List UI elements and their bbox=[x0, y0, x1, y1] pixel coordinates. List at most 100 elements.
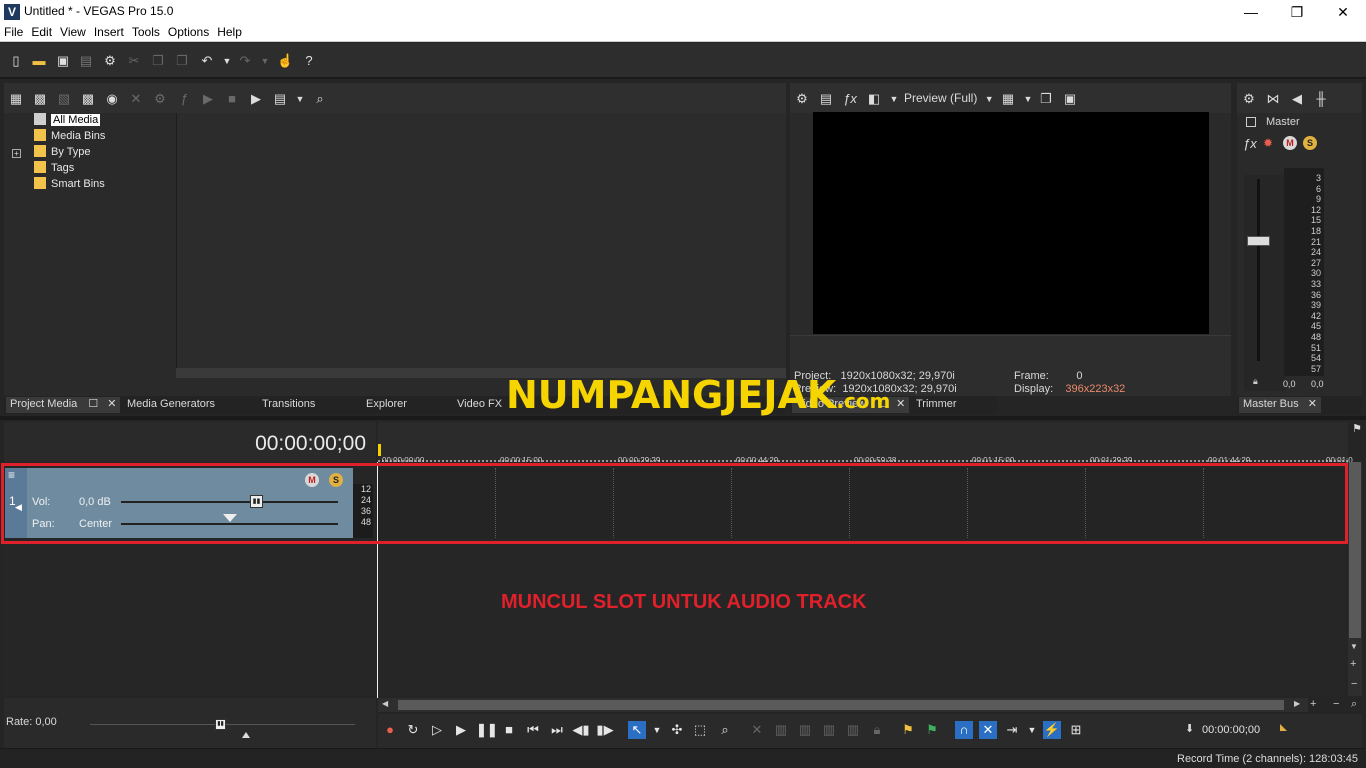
whats-this-icon[interactable]: ☝ bbox=[277, 53, 293, 69]
paste-icon[interactable]: ❐ bbox=[174, 53, 190, 69]
play-from-start-icon[interactable]: ▷ bbox=[428, 721, 446, 739]
lock-envelopes-icon[interactable]: ⚡ bbox=[1043, 721, 1061, 739]
redo-icon[interactable]: ↷ bbox=[237, 53, 253, 69]
tab-transitions[interactable]: Transitions bbox=[262, 398, 315, 410]
next-frame-icon[interactable]: ▮▶ bbox=[596, 721, 614, 739]
fx-icon[interactable]: ƒ bbox=[176, 91, 192, 107]
save-icon[interactable]: ▣ bbox=[55, 53, 71, 69]
views-icon[interactable]: ▤ bbox=[272, 91, 288, 107]
tab-project-media[interactable]: Project Media ☐ ✕ bbox=[6, 397, 121, 413]
save-snapshot-icon[interactable]: ▣ bbox=[1062, 91, 1078, 107]
tree-item-media-bins[interactable]: Media Bins bbox=[34, 129, 105, 145]
device-output-icon[interactable]: ▤ bbox=[818, 91, 834, 107]
h-zoom-in-icon[interactable]: + bbox=[1310, 698, 1316, 710]
playhead-marker[interactable] bbox=[378, 444, 381, 456]
properties-gear-icon[interactable]: ⚙ bbox=[102, 53, 118, 69]
split-icon[interactable]: ▥ bbox=[844, 721, 862, 739]
scroll-right-icon[interactable]: ▶ bbox=[1294, 699, 1300, 708]
go-to-end-icon[interactable]: ⏭ bbox=[548, 721, 566, 739]
ripple-dropdown-icon[interactable]: ▼ bbox=[1023, 721, 1041, 739]
overlays-grid-icon[interactable]: ▦ bbox=[1000, 91, 1016, 107]
hscroll-thumb[interactable] bbox=[398, 700, 1284, 710]
menu-edit[interactable]: Edit bbox=[27, 24, 56, 39]
redo-dropdown-icon[interactable]: ▼ bbox=[257, 53, 273, 69]
envelope-tool-icon[interactable]: ✣ bbox=[668, 721, 686, 739]
open-folder-icon[interactable]: ▬ bbox=[31, 53, 47, 69]
scroll-down-icon[interactable]: ▼ bbox=[1350, 642, 1358, 651]
menu-help[interactable]: Help bbox=[213, 24, 246, 39]
master-gear-icon[interactable]: ⚙ bbox=[1241, 91, 1257, 107]
properties-icon[interactable]: ⚙ bbox=[152, 91, 168, 107]
video-preview-screen[interactable] bbox=[813, 112, 1209, 334]
trim-icon[interactable]: ▥ bbox=[772, 721, 790, 739]
loop-playback-icon[interactable]: ↻ bbox=[404, 721, 422, 739]
media-list-area[interactable] bbox=[176, 113, 786, 368]
remove-media-icon[interactable]: ◉ bbox=[104, 91, 120, 107]
views-dropdown-icon[interactable]: ▼ bbox=[292, 91, 308, 107]
h-zoom-out-icon[interactable]: − bbox=[1333, 698, 1339, 710]
automation-icon[interactable]: ✹ bbox=[1263, 136, 1277, 150]
delete-icon[interactable]: ✕ bbox=[128, 91, 144, 107]
menu-view[interactable]: View bbox=[56, 24, 90, 39]
expand-icon[interactable]: + bbox=[12, 149, 21, 158]
cursor-position[interactable]: 00:00:00;00 bbox=[1202, 724, 1260, 736]
tree-item-smart-bins[interactable]: Smart Bins bbox=[34, 177, 105, 193]
menu-file[interactable]: File bbox=[0, 24, 27, 39]
timeline-vscrollbar[interactable]: ▼ + − bbox=[1348, 462, 1362, 696]
record-icon[interactable]: ● bbox=[381, 721, 399, 739]
import-media-icon[interactable]: ▦ bbox=[8, 91, 24, 107]
capture-icon[interactable]: ▩ bbox=[32, 91, 48, 107]
menu-options[interactable]: Options bbox=[164, 24, 213, 39]
timeline-timecode[interactable]: 00:00:00;00 bbox=[255, 432, 366, 456]
scroll-left-icon[interactable]: ◀ bbox=[382, 699, 388, 708]
media-fx-icon[interactable]: ▩ bbox=[80, 91, 96, 107]
master-fader-handle[interactable] bbox=[1247, 236, 1270, 246]
menu-tools[interactable]: Tools bbox=[128, 24, 164, 39]
dim-output-icon[interactable]: ◀ bbox=[1289, 91, 1305, 107]
preview-quality-dropdown[interactable]: Preview (Full) ▼ bbox=[904, 91, 994, 105]
trim-end-icon[interactable]: ▥ bbox=[820, 721, 838, 739]
insert-region-icon[interactable]: ⚑ bbox=[923, 721, 941, 739]
zoom-in-icon[interactable]: + bbox=[1350, 658, 1356, 670]
auto-preview-icon[interactable]: ▶ bbox=[248, 91, 264, 107]
tree-item-by-type[interactable]: By Type bbox=[34, 145, 91, 161]
play-icon[interactable]: ▶ bbox=[452, 721, 470, 739]
preview-properties-gear-icon[interactable]: ⚙ bbox=[794, 91, 810, 107]
play-icon[interactable]: ▶ bbox=[200, 91, 216, 107]
lock-event-icon[interactable]: 🔒︎ bbox=[868, 721, 886, 739]
copy-snapshot-icon[interactable]: ❐ bbox=[1038, 91, 1054, 107]
split-dropdown-icon[interactable]: ▼ bbox=[886, 91, 902, 107]
undo-dropdown-icon[interactable]: ▼ bbox=[219, 53, 235, 69]
minimize-button[interactable]: — bbox=[1228, 0, 1274, 24]
close-button[interactable]: ✕ bbox=[1320, 0, 1366, 24]
menu-insert[interactable]: Insert bbox=[90, 24, 128, 39]
vscroll-thumb[interactable] bbox=[1349, 462, 1361, 638]
ignore-grouping-icon[interactable]: ⊞ bbox=[1067, 721, 1085, 739]
auto-crossfade-icon[interactable]: ✕ bbox=[979, 721, 997, 739]
insert-marker-icon[interactable]: ⚑ bbox=[899, 721, 917, 739]
new-file-icon[interactable]: ▯ bbox=[8, 53, 24, 69]
tab-master-bus[interactable]: Master Bus ✕ bbox=[1239, 397, 1321, 413]
pause-icon[interactable]: ❚❚ bbox=[476, 721, 498, 739]
tab-video-fx[interactable]: Video FX bbox=[457, 398, 502, 410]
snapping-icon[interactable]: ∩ bbox=[955, 721, 973, 739]
master-checkbox[interactable] bbox=[1246, 117, 1256, 127]
tab-explorer[interactable]: Explorer bbox=[366, 398, 407, 410]
stop-icon[interactable]: ■ bbox=[224, 91, 240, 107]
master-fx-icon[interactable]: ƒx bbox=[1243, 136, 1257, 151]
lock-icon[interactable]: 🔒︎ bbox=[1253, 376, 1258, 387]
close-tab-icon[interactable]: ✕ bbox=[896, 398, 905, 410]
search-icon[interactable]: ⌕ bbox=[312, 91, 328, 107]
overlays-dropdown-icon[interactable]: ▼ bbox=[1020, 91, 1036, 107]
auto-ripple-icon[interactable]: ⇥ bbox=[1003, 721, 1021, 739]
cut-icon[interactable]: ✂ bbox=[126, 53, 142, 69]
stop-icon[interactable]: ■ bbox=[500, 721, 518, 739]
tab-media-generators[interactable]: Media Generators bbox=[127, 398, 215, 410]
mixer-icon[interactable]: ╫ bbox=[1313, 91, 1329, 107]
split-screen-icon[interactable]: ◧ bbox=[866, 91, 882, 107]
copy-icon[interactable]: ❐ bbox=[150, 53, 166, 69]
zoom-out-icon[interactable]: − bbox=[1351, 678, 1357, 690]
marker-flag-icon[interactable]: ⚑ bbox=[1351, 422, 1363, 436]
help-icon[interactable]: ? bbox=[301, 53, 317, 69]
go-to-start-icon[interactable]: ⏮ bbox=[524, 721, 542, 739]
